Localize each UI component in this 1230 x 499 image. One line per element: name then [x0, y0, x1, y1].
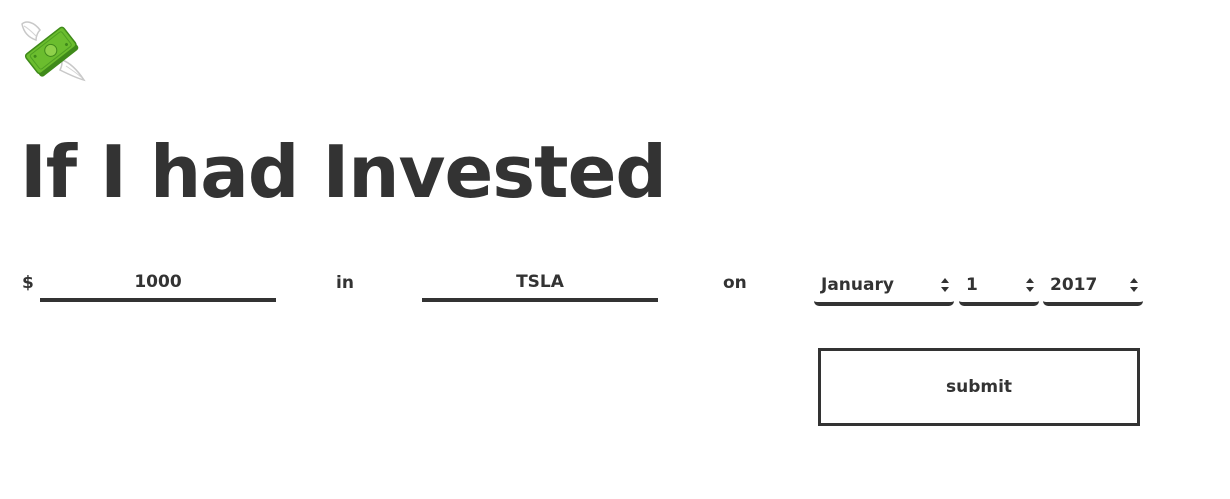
up-down-arrows-icon [1129, 276, 1139, 294]
money-with-wings-icon [18, 16, 88, 82]
day-select-value: 1 [966, 275, 978, 295]
currency-symbol: $ [22, 273, 34, 293]
ticker-input[interactable] [422, 266, 658, 302]
month-select[interactable]: January [814, 270, 954, 306]
in-label: in [336, 273, 354, 293]
on-label: on [723, 273, 747, 293]
day-select[interactable]: 1 [959, 270, 1039, 306]
amount-input[interactable] [40, 266, 276, 302]
page-title: If I had Invested [20, 130, 667, 214]
year-select-value: 2017 [1050, 275, 1098, 295]
month-select-value: January [821, 275, 894, 295]
up-down-arrows-icon [1025, 276, 1035, 294]
up-down-arrows-icon [940, 276, 950, 294]
submit-button[interactable]: submit [818, 348, 1140, 426]
year-select[interactable]: 2017 [1043, 270, 1143, 306]
investment-form: $ in on January 1 2017 [0, 260, 1230, 320]
